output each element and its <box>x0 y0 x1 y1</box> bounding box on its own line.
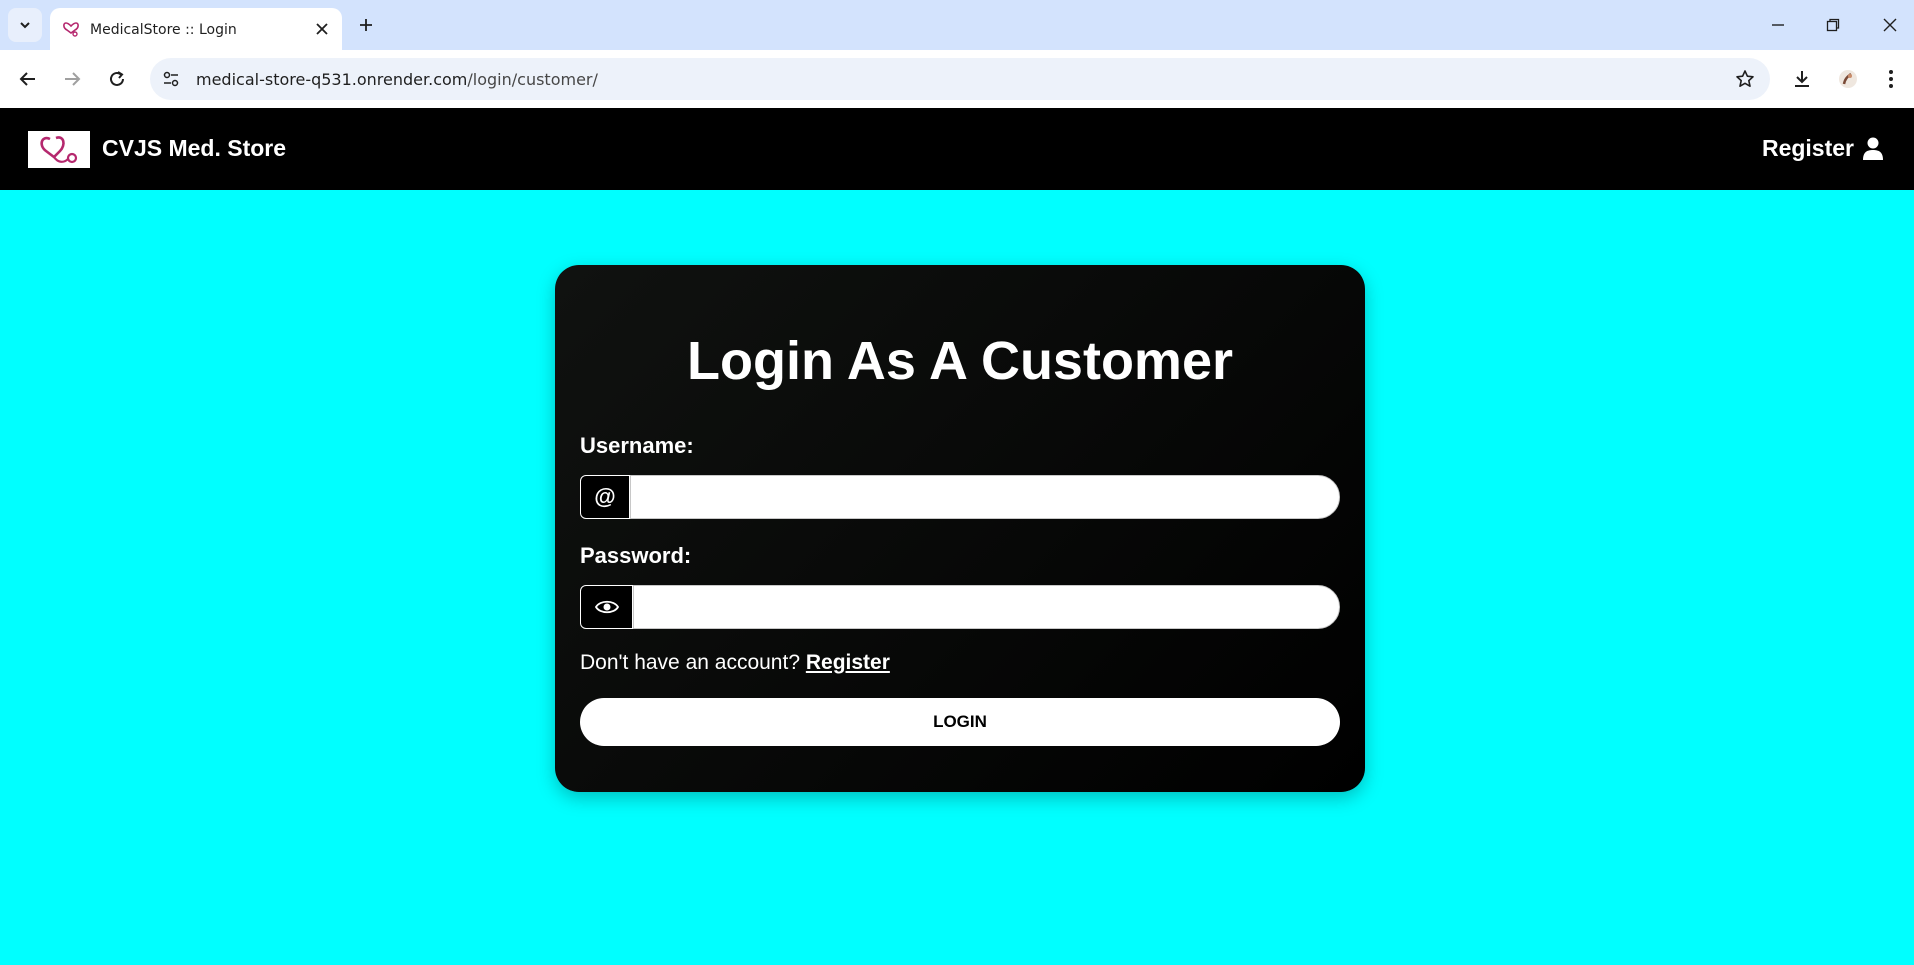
minimize-button[interactable] <box>1765 12 1791 38</box>
browser-menu-button[interactable] <box>1876 64 1906 94</box>
close-icon <box>316 23 328 35</box>
address-bar[interactable]: medical-store-q531.onrender.com/login/cu… <box>150 58 1770 100</box>
password-label: Password: <box>580 543 692 568</box>
signup-prompt-text: Don't have an account? <box>580 651 800 674</box>
nav-register-label: Register <box>1761 135 1854 161</box>
site-navbar: CVJS Med. Store Register <box>0 108 1914 190</box>
close-icon <box>1883 18 1897 32</box>
close-window-button[interactable] <box>1877 12 1903 38</box>
nav-register-link[interactable]: Register <box>1762 135 1884 162</box>
avatar-icon <box>1839 70 1857 88</box>
eye-icon <box>594 600 619 614</box>
plus-icon <box>360 19 372 31</box>
login-card: Login As A Customer Username: @ Password… <box>555 265 1365 792</box>
username-label: Username: <box>580 433 694 458</box>
url-text: medical-store-q531.onrender.com/login/cu… <box>196 70 598 89</box>
tune-icon <box>163 71 179 87</box>
username-input-group: @ <box>580 475 1340 519</box>
show-password-toggle[interactable] <box>580 585 633 629</box>
downloads-button[interactable] <box>1787 64 1817 94</box>
tab-search-button[interactable] <box>8 8 42 42</box>
reload-icon <box>110 71 124 86</box>
browser-tab-bar: MedicalStore :: Login <box>0 0 1914 50</box>
username-input[interactable] <box>630 475 1340 519</box>
brand-name[interactable]: CVJS Med. Store <box>102 135 286 162</box>
url-path: /login/customer/ <box>467 70 598 89</box>
chevron-down-icon <box>20 22 30 29</box>
tab-title: MedicalStore :: Login <box>90 22 237 38</box>
url-host: medical-store-q531.onrender.com <box>196 70 468 89</box>
forward-button[interactable] <box>57 64 87 94</box>
user-icon <box>1863 137 1883 160</box>
password-input[interactable] <box>633 585 1340 629</box>
at-sign-addon: @ <box>580 475 630 519</box>
reload-button[interactable] <box>102 64 132 94</box>
page-title: Login As A Customer <box>686 331 1233 391</box>
tab-close-button[interactable] <box>312 19 332 39</box>
star-icon <box>1736 70 1754 87</box>
minimize-icon <box>1772 24 1784 26</box>
more-vertical-icon <box>1889 70 1893 88</box>
browser-toolbar: medical-store-q531.onrender.com/login/cu… <box>0 50 1914 108</box>
browser-tab-active[interactable]: MedicalStore :: Login <box>50 8 342 50</box>
new-tab-button[interactable] <box>353 12 379 38</box>
restore-icon <box>1826 18 1840 32</box>
password-input-group <box>580 585 1340 629</box>
register-link[interactable]: Register <box>806 651 890 674</box>
site-info-button[interactable] <box>160 68 182 90</box>
site-logo[interactable] <box>28 131 90 168</box>
bookmark-button[interactable] <box>1734 68 1756 90</box>
restore-button[interactable] <box>1820 12 1846 38</box>
stethoscope-heart-icon <box>63 22 79 37</box>
signup-prompt: Don't have an account? Register <box>580 651 890 675</box>
arrow-left-icon <box>19 72 35 86</box>
back-button[interactable] <box>13 64 43 94</box>
arrow-right-icon <box>65 72 81 86</box>
stethoscope-heart-icon <box>40 135 78 163</box>
login-button[interactable]: LOGIN <box>580 698 1340 746</box>
profile-avatar[interactable] <box>1833 64 1863 94</box>
download-icon <box>1795 71 1809 87</box>
